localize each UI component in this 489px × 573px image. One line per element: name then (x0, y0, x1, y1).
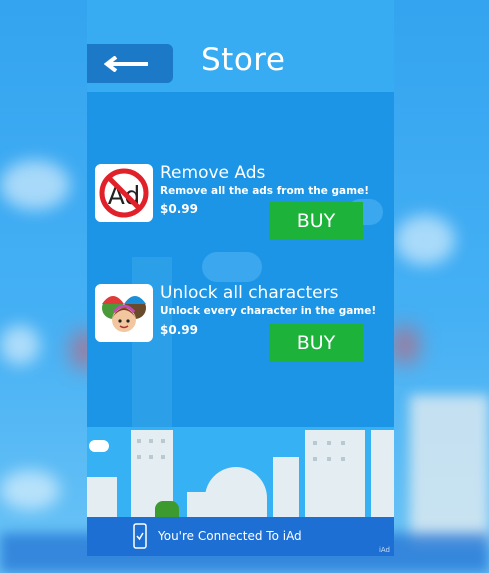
page-title: Store (201, 42, 286, 78)
window (161, 455, 165, 459)
building (87, 477, 117, 517)
iad-badge: iAd (378, 546, 390, 554)
window (313, 441, 317, 445)
window (313, 457, 317, 461)
item-price: $0.99 (160, 323, 198, 337)
store-list: Ad Remove Ads Remove all the ads from th… (87, 92, 394, 427)
background-cloud (202, 252, 262, 282)
background-cloud (0, 160, 70, 210)
window (149, 439, 153, 443)
window (327, 457, 331, 461)
city-skyline (87, 427, 394, 517)
window (341, 457, 345, 461)
item-description: Unlock every character in the game! (160, 305, 377, 317)
background-building (410, 395, 489, 545)
window (161, 439, 165, 443)
item-price: $0.99 (160, 202, 198, 216)
ad-banner[interactable]: You're Connected To iAd iAd (87, 517, 394, 556)
building (371, 430, 394, 517)
window (149, 455, 153, 459)
window (137, 439, 141, 443)
ad-banner-text: You're Connected To iAd (158, 529, 302, 543)
item-description: Remove all the ads from the game! (160, 185, 369, 197)
background-cloud (0, 325, 40, 365)
no-ads-icon: Ad (95, 164, 153, 222)
buy-unlock-characters-button[interactable]: BUY (269, 324, 363, 362)
background-cloud (395, 215, 455, 265)
arrow-left-icon (104, 56, 148, 72)
phone-check-icon (133, 523, 147, 549)
item-title: Remove Ads (160, 163, 266, 183)
cloud (89, 440, 109, 452)
background-blob (390, 325, 420, 365)
characters-icon (95, 284, 153, 342)
window (327, 441, 331, 445)
bush (155, 501, 179, 517)
buy-remove-ads-button[interactable]: BUY (269, 202, 363, 240)
background-cloud (0, 470, 60, 510)
item-title: Unlock all characters (160, 283, 339, 303)
window (137, 455, 141, 459)
header-bar: Store (87, 0, 394, 92)
window (341, 441, 345, 445)
building (273, 457, 299, 517)
store-screen: Store Ad Remove Ads Remove all the ads f… (87, 0, 394, 556)
back-button[interactable] (87, 44, 173, 83)
dome-building (205, 467, 267, 517)
